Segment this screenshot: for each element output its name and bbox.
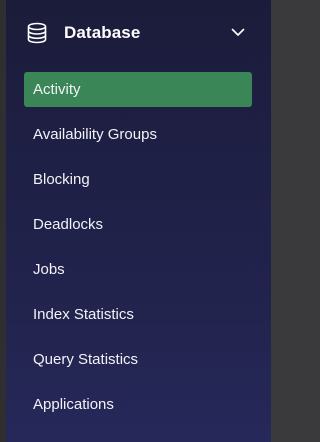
database-menu: Activity Availability Groups Blocking De…	[6, 72, 271, 432]
sidebar-item-label: Jobs	[33, 261, 65, 278]
sidebar-item-label: Availability Groups	[33, 126, 157, 143]
database-section-header[interactable]: Database	[6, 0, 271, 66]
sidebar-item-label: Deadlocks	[33, 216, 104, 233]
chevron-down-icon[interactable]	[230, 24, 246, 40]
sidebar-item-label: Applications	[33, 396, 114, 413]
sidebar-item-blocking[interactable]: Blocking	[6, 162, 271, 207]
sidebar-item-deadlocks[interactable]: Deadlocks	[6, 207, 271, 252]
sidebar-item-query-statistics[interactable]: Query Statistics	[6, 342, 271, 387]
sidebar-item-label: Query Statistics	[33, 351, 139, 368]
database-icon	[27, 22, 47, 44]
sidebar: Database Activity Availability Groups Bl…	[6, 0, 271, 442]
sidebar-item-index-statistics[interactable]: Index Statistics	[6, 297, 271, 342]
sidebar-item-label: Blocking	[33, 171, 90, 188]
sidebar-item-label: Activity	[33, 81, 81, 98]
sidebar-item-label: Index Statistics	[33, 306, 134, 323]
sidebar-item-jobs[interactable]: Jobs	[6, 252, 271, 297]
section-title: Database	[64, 23, 141, 42]
sidebar-item-availability-groups[interactable]: Availability Groups	[6, 117, 271, 162]
sidebar-item-applications[interactable]: Applications	[6, 387, 271, 432]
sidebar-item-activity[interactable]: Activity	[6, 72, 271, 117]
